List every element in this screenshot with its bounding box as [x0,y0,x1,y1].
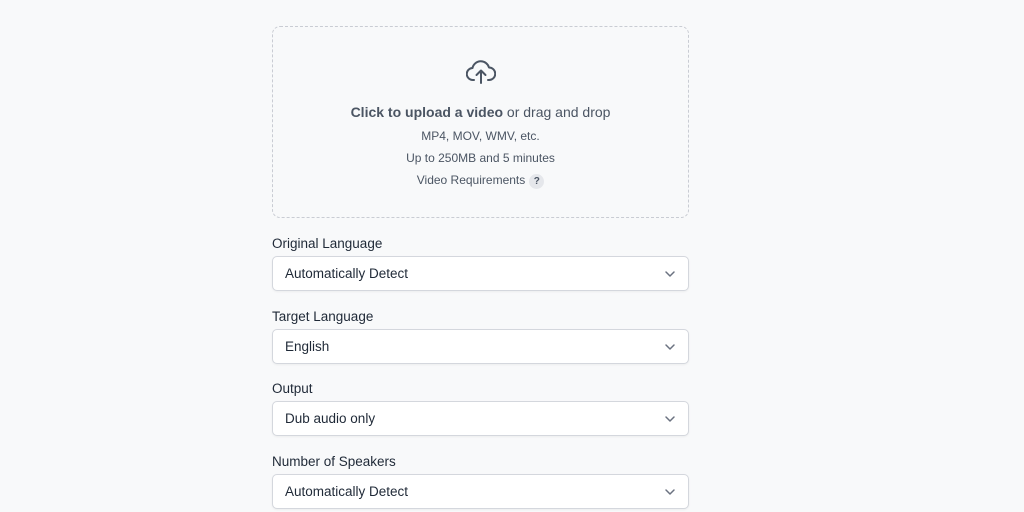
video-upload-dropzone[interactable]: Click to upload a video or drag and drop… [272,26,689,218]
page: Click to upload a video or drag and drop… [0,0,1024,512]
help-icon[interactable]: ? [529,174,545,189]
upload-instructions: Click to upload a video or drag and drop [273,104,688,120]
output-select[interactable]: Dub audio only [272,401,689,436]
original-language-label: Original Language [272,236,383,251]
output-value: Dub audio only [285,411,376,426]
original-language-value: Automatically Detect [285,266,409,281]
cloud-upload-icon [466,60,496,84]
chevron-down-icon [665,344,675,350]
number-of-speakers-label: Number of Speakers [272,454,396,469]
target-language-select[interactable]: English [272,329,689,364]
number-of-speakers-value: Automatically Detect [285,484,409,499]
upload-limits: Up to 250MB and 5 minutes [406,151,555,165]
chevron-down-icon [665,271,675,277]
target-language-value: English [285,339,330,354]
video-requirements: Video Requirements? [273,173,688,189]
target-language-label: Target Language [272,309,374,324]
drag-drop-text: or drag and drop [503,104,611,120]
original-language-select[interactable]: Automatically Detect [272,256,689,291]
video-requirements-label: Video Requirements [416,173,526,187]
number-of-speakers-select[interactable]: Automatically Detect [272,474,689,509]
supported-formats: MP4, MOV, WMV, etc. [421,129,540,143]
chevron-down-icon [665,416,675,422]
output-label: Output [272,381,313,396]
chevron-down-icon [665,489,675,495]
upload-link[interactable]: Click to upload a video [351,104,503,120]
